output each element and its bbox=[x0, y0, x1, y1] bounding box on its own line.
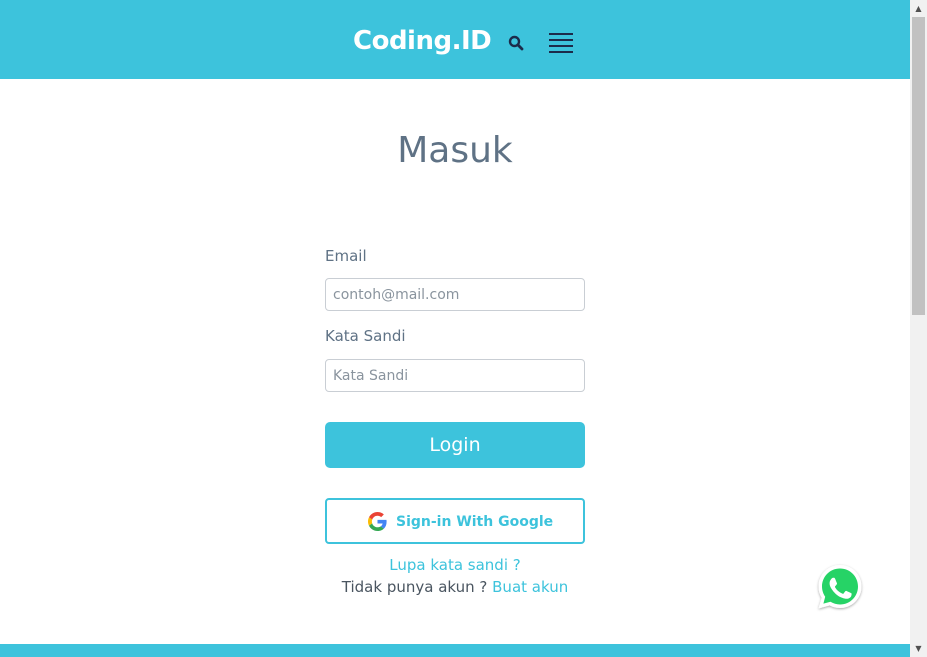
site-logo[interactable]: Coding.ID bbox=[353, 25, 492, 57]
search-button[interactable] bbox=[507, 34, 525, 52]
hamburger-menu-icon-line bbox=[549, 45, 573, 47]
hamburger-menu-icon-line bbox=[549, 39, 573, 41]
signup-link[interactable]: Buat akun bbox=[492, 578, 568, 596]
email-label: Email bbox=[325, 247, 367, 265]
scrollbar-thumb[interactable] bbox=[912, 17, 925, 315]
menu-button[interactable] bbox=[549, 33, 573, 55]
scroll-up-arrow-icon[interactable]: ▲ bbox=[910, 0, 927, 17]
viewport: Coding.ID Masuk Email Kata Sandi Login bbox=[0, 0, 910, 657]
vertical-scrollbar[interactable]: ▲ ▼ bbox=[910, 0, 927, 657]
login-button[interactable]: Login bbox=[325, 422, 585, 468]
forgot-password-link[interactable]: Lupa kata sandi ? bbox=[0, 555, 910, 575]
google-signin-button[interactable]: Sign-in With Google bbox=[325, 498, 585, 544]
password-label: Kata Sandi bbox=[325, 327, 406, 345]
whatsapp-icon bbox=[818, 565, 862, 609]
page: Coding.ID Masuk Email Kata Sandi Login bbox=[0, 0, 927, 657]
no-account-text: Tidak punya akun ? bbox=[341, 578, 488, 596]
signup-row: Tidak punya akun ? Buat akun bbox=[0, 577, 910, 597]
footer-bar bbox=[0, 644, 910, 657]
page-title: Masuk bbox=[397, 130, 513, 171]
google-signin-label: Sign-in With Google bbox=[396, 514, 554, 530]
scroll-down-arrow-icon[interactable]: ▼ bbox=[910, 640, 927, 657]
search-icon bbox=[508, 35, 524, 51]
password-field[interactable] bbox=[325, 359, 585, 392]
hamburger-menu-icon-line bbox=[549, 51, 573, 53]
whatsapp-button[interactable] bbox=[814, 561, 866, 613]
google-g-icon bbox=[368, 512, 387, 531]
header-bar: Coding.ID bbox=[0, 0, 910, 79]
hamburger-menu-icon bbox=[549, 33, 573, 35]
email-field[interactable] bbox=[325, 278, 585, 311]
